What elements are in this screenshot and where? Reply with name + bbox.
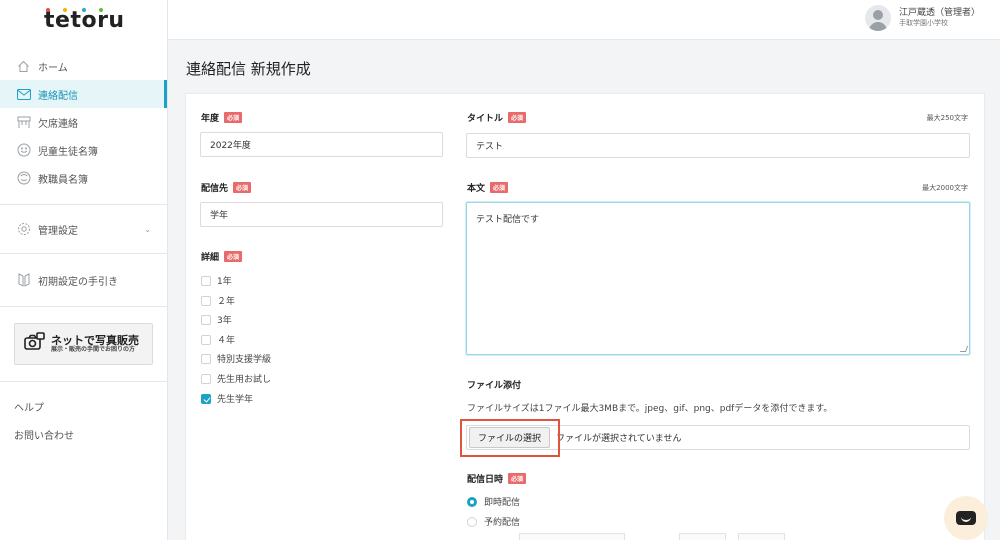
radio-selected[interactable] [467,496,477,507]
schedule-label: 配信日時 必須 [467,472,527,485]
sidebar-item-label: 管理設定 [38,225,78,237]
sidebar-item-label: 教職員名簿 [38,174,88,186]
year-label: 年度 必須 [201,111,243,124]
tetoru-logo[interactable]: tetoru [0,0,167,40]
sidebar-nav: ホーム 連絡配信 欠席連絡 児童生徒名簿 教職員名簿 [0,40,167,192]
chevron-down-icon: ⌄ [144,224,151,234]
photo-sales-banner[interactable]: ネットで写真販売 展示・販売の手間でお困りの方 [14,323,153,365]
book-icon [16,273,31,288]
schedule-option-immediate[interactable]: 即時配信 [467,495,520,508]
sidebar-item-students[interactable]: 児童生徒名簿 [0,136,167,164]
camera-icon [23,332,45,356]
attachment-note: ファイルサイズは1ファイル最大3MBまで。jpeg、gif、png、pdfデータ… [467,404,833,414]
checkbox[interactable] [201,334,211,345]
sidebar-item-home[interactable]: ホーム [0,52,167,80]
grade-option[interactable]: 先生用お試し [201,372,271,385]
page-title: 連絡配信 新規作成 [186,60,311,78]
radio[interactable] [467,516,477,527]
chat-button[interactable] [944,496,988,540]
required-badge: 必須 [508,473,527,484]
year-select[interactable]: 2022年度 [200,132,443,157]
user-menu[interactable]: 江戸蔵透（管理者） 手取学園小学校 [864,5,980,31]
chat-icon [956,511,976,525]
body-label: 本文 必須 [467,181,509,194]
sidebar-item-label: 児童生徒名簿 [38,146,98,158]
body-limit: 最大2000文字 [922,184,968,192]
required-badge: 必須 [233,182,252,193]
required-badge: 必須 [508,112,527,123]
home-icon [16,59,31,74]
checkbox[interactable] [201,373,211,384]
divider [0,381,167,382]
sidebar-item-label: 欠席連絡 [38,118,78,130]
banner-subtitle: 展示・販売の手間でお困りの方 [51,345,136,353]
logo-dot [82,8,86,12]
body-text: テスト配信です [476,215,540,225]
grade-option[interactable]: 1年 [201,274,232,287]
schedule-option-reserved[interactable]: 予約配信 [467,515,520,528]
sidebar-item-staff[interactable]: 教職員名簿 [0,164,167,192]
checkbox-checked[interactable] [201,393,211,404]
required-badge: 必須 [224,251,243,262]
required-badge: 必須 [490,182,509,193]
title-label: タイトル 必須 [467,111,527,124]
title-input[interactable]: テスト [466,133,970,158]
grade-option[interactable]: ２年 [201,294,235,307]
recipient-select[interactable]: 学年 [200,202,443,227]
attachment-label: ファイル添付 [467,381,522,391]
desk-icon [16,115,31,130]
checkbox[interactable] [201,353,211,364]
logo-dot [46,8,50,12]
required-badge: 必須 [224,112,243,123]
help-link[interactable]: ヘルプ [0,392,167,420]
sidebar-item-guide[interactable]: 初期設定の手引き [0,254,167,306]
sidebar-item-messages[interactable]: 連絡配信 [0,80,167,108]
user-name: 江戸蔵透（管理者） [898,7,980,18]
user-school: 手取学園小学校 [898,19,948,28]
top-header: 江戸蔵透（管理者） 手取学園小学校 [168,0,1000,40]
gear-icon [16,222,31,237]
divider [0,306,167,307]
contact-link[interactable]: お問い合わせ [0,420,167,448]
message-form: 年度 必須 2022年度 配信先 必須 学年 詳細 必須 1年 ２年 3年 ４年 特別… [185,93,985,540]
sidebar-item-absence[interactable]: 欠席連絡 [0,108,167,136]
grade-option[interactable]: 先生学年 [201,392,253,405]
grade-option[interactable]: 3年 [201,313,232,326]
minute-select[interactable] [738,533,785,540]
sidebar: tetoru ホーム 連絡配信 欠席連絡 児童生徒名簿 教職員名簿 管理設定 ⌄… [0,0,168,540]
hour-select[interactable] [679,533,726,540]
sidebar-item-label: 初期設定の手引き [38,276,118,288]
checkbox[interactable] [201,314,211,325]
grade-option[interactable]: 特別支援学級 [201,352,271,365]
sidebar-item-label: ホーム [38,62,68,74]
face-icon [16,171,31,186]
sidebar-item-label: 連絡配信 [38,90,78,102]
file-status: ファイルが選択されていません [556,434,682,444]
avatar [864,5,891,31]
grade-option[interactable]: ４年 [201,333,235,346]
mail-icon [16,87,31,102]
banner-title: ネットで写真販売 [51,333,139,347]
face-icon [16,143,31,158]
details-label: 詳細 必須 [201,250,243,263]
title-limit: 最大250文字 [926,114,968,122]
highlight-box [460,419,560,457]
resize-handle[interactable] [959,346,969,352]
checkbox[interactable] [201,275,211,286]
date-input[interactable] [519,533,625,540]
recipient-label: 配信先 必須 [201,181,252,194]
logo-dot [63,8,67,12]
logo-dot [99,8,103,12]
sidebar-item-settings[interactable]: 管理設定 ⌄ [0,205,167,253]
checkbox[interactable] [201,295,211,306]
body-textarea[interactable]: テスト配信です [466,202,970,355]
